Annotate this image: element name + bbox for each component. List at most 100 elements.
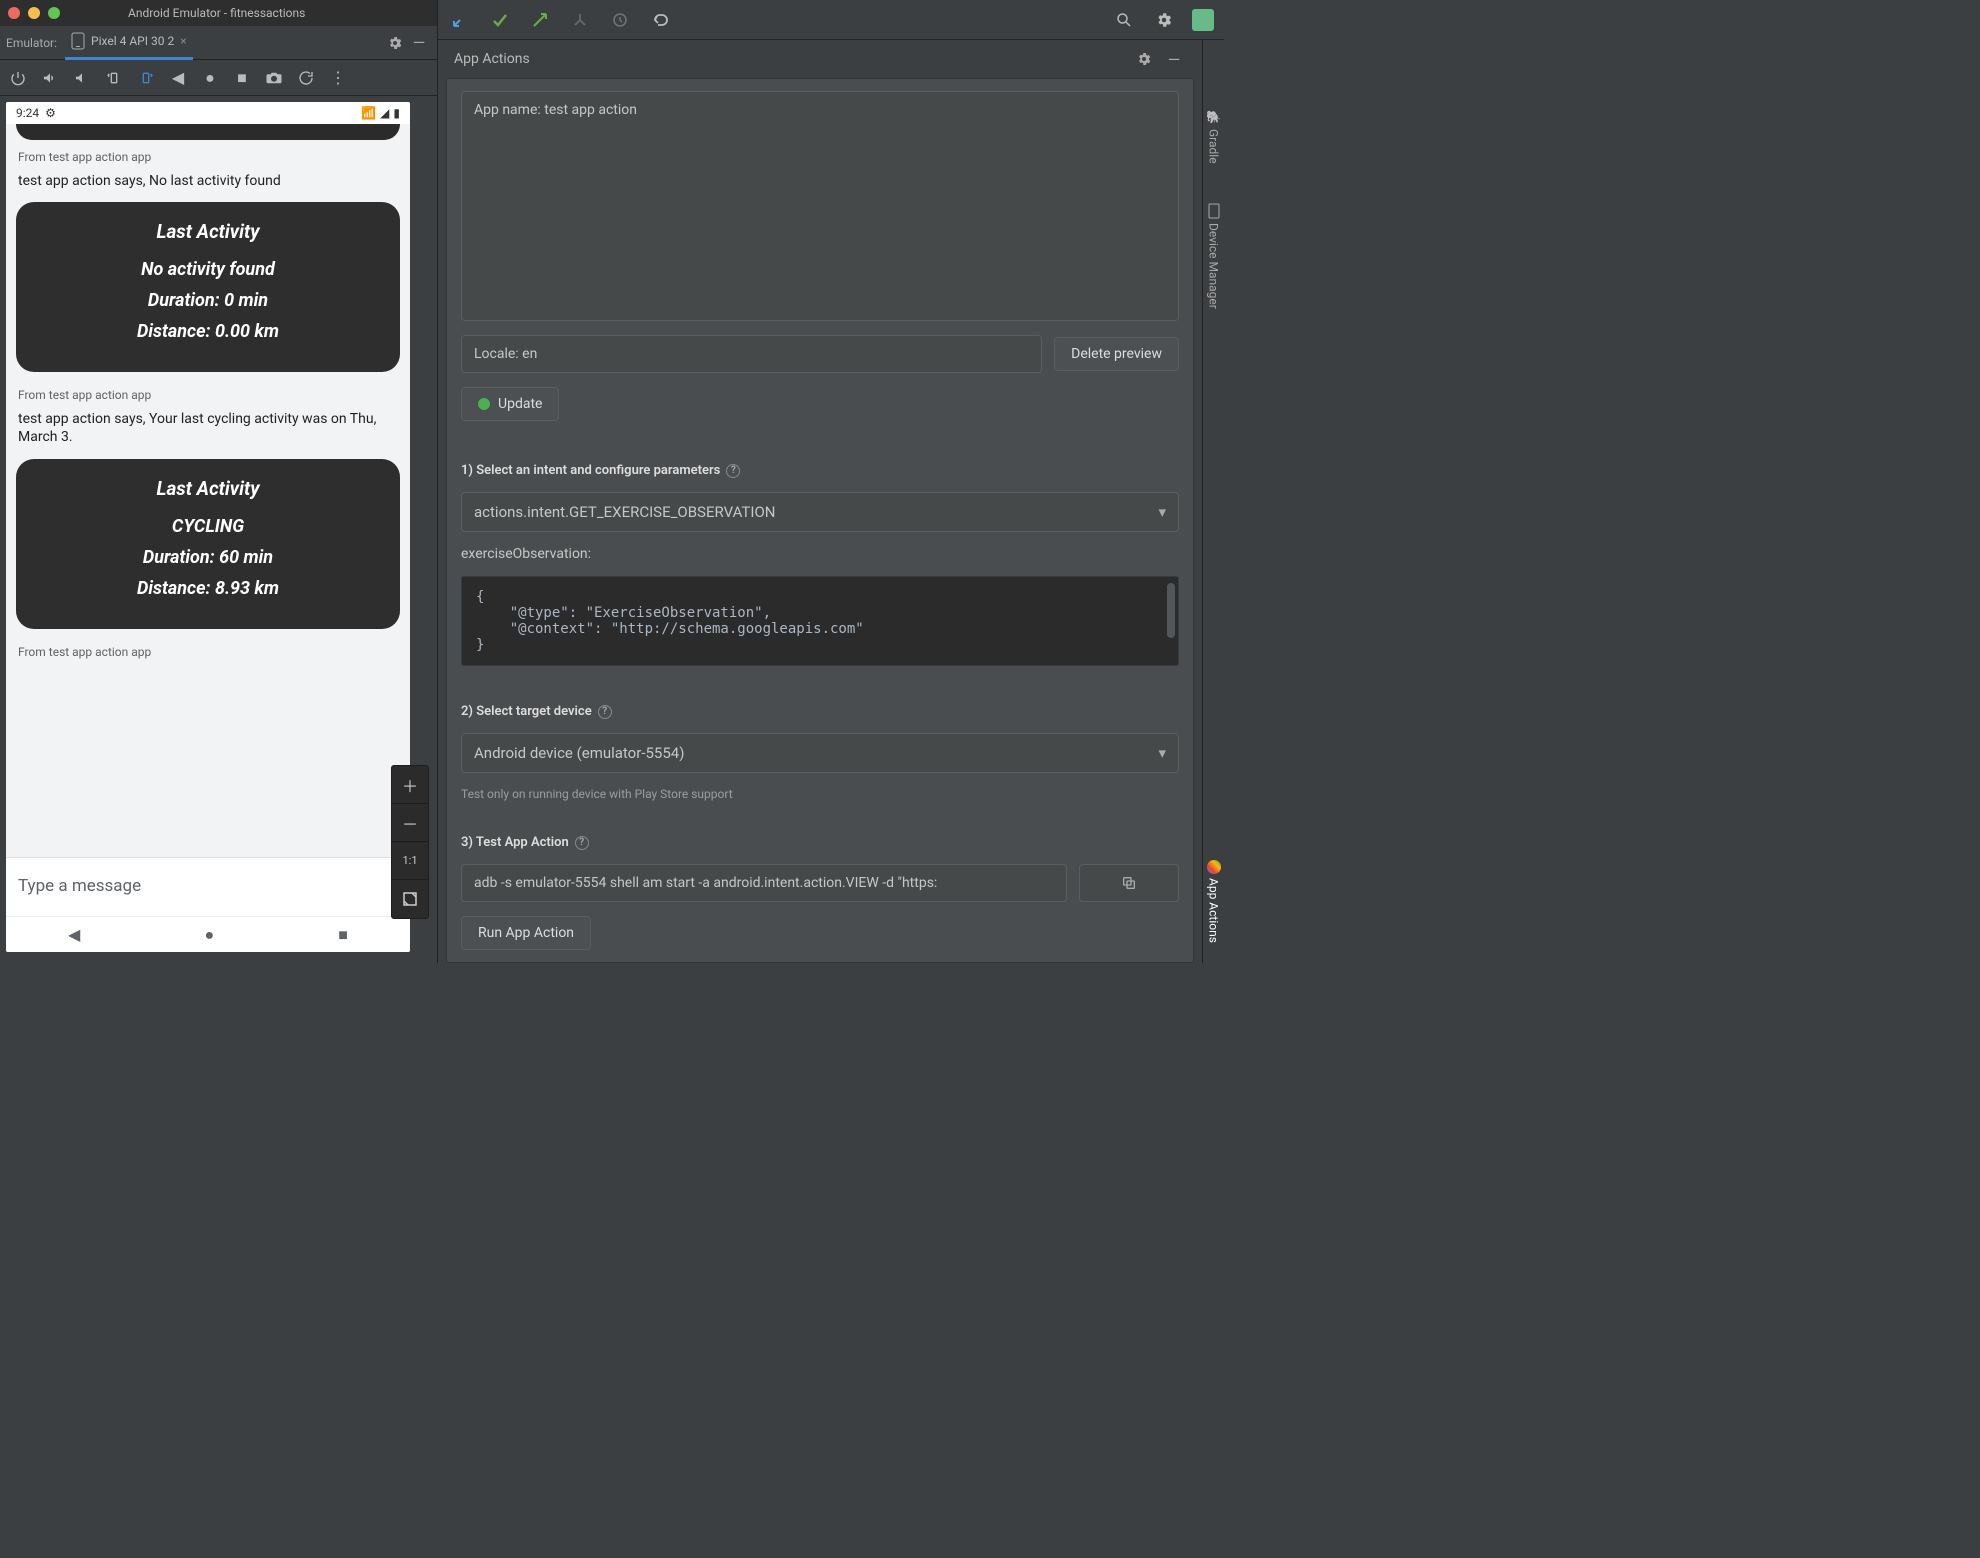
nav-back-icon[interactable]: ◀ xyxy=(68,925,80,944)
stop-icon[interactable]: ■ xyxy=(230,66,254,90)
emulator-tab-pixel4[interactable]: Pixel 4 API 30 2 × xyxy=(65,26,193,60)
more-icon[interactable]: ⋮ xyxy=(326,66,350,90)
delete-preview-button[interactable]: Delete preview xyxy=(1054,337,1179,371)
card1-line1: No activity found xyxy=(32,259,384,280)
zoom-1to1-button[interactable]: 1:1 xyxy=(392,842,428,880)
scrollbar-thumb[interactable] xyxy=(1167,583,1175,638)
activity-card-2: Last Activity CYCLING Duration: 60 min D… xyxy=(16,459,400,629)
message-input-area[interactable]: Type a message xyxy=(6,857,410,916)
statusbar-gear-icon: ⚙ xyxy=(45,106,56,120)
ide-settings-icon[interactable] xyxy=(1152,8,1176,32)
step3-label: 3) Test App Action ? xyxy=(461,835,1179,850)
emulator-window-title: Android Emulator - fitnessactions xyxy=(128,6,305,20)
card2-title: Last Activity xyxy=(32,477,384,500)
back-icon[interactable]: ◀ xyxy=(166,66,190,90)
step-into-icon[interactable] xyxy=(448,8,472,32)
search-icon[interactable] xyxy=(1112,8,1136,32)
zoom-in-button[interactable]: ＋ xyxy=(392,766,428,804)
card1-title: Last Activity xyxy=(32,220,384,243)
copy-command-button[interactable] xyxy=(1079,864,1179,902)
close-tab-icon[interactable]: × xyxy=(180,34,186,48)
locale-field[interactable]: Locale: en xyxy=(461,335,1042,373)
assistant-icon xyxy=(1207,860,1221,874)
card2-line3: Distance: 8.93 km xyxy=(32,578,384,599)
side-tab-device-manager[interactable]: Device Manager xyxy=(1207,203,1221,309)
nav-home-icon[interactable]: ● xyxy=(204,925,214,945)
intent-dropdown[interactable]: actions.intent.GET_EXERCISE_OBSERVATION … xyxy=(461,492,1179,532)
android-statusbar: 9:24 ⚙ 📶 ◢ ▮ xyxy=(6,102,410,124)
chevron-down-icon: ▾ xyxy=(1158,744,1166,762)
json-editor[interactable]: { "@type": "ExerciseObservation", "@cont… xyxy=(461,576,1179,666)
maximize-window-button[interactable] xyxy=(48,7,60,19)
camera-icon[interactable] xyxy=(262,66,286,90)
assistant-reply-1: test app action says, No last activity f… xyxy=(18,172,388,190)
android-navbar: ◀ ● ■ xyxy=(6,916,410,952)
undo-icon[interactable] xyxy=(648,8,672,32)
emulator-window: Android Emulator - fitnessactions Emulat… xyxy=(0,0,438,963)
side-tab-app-actions[interactable]: App Actions xyxy=(1207,860,1221,943)
volume-down-icon[interactable] xyxy=(70,66,94,90)
panel-title: App Actions xyxy=(454,51,530,67)
param-label: exerciseObservation: xyxy=(461,546,1179,562)
help-icon[interactable]: ? xyxy=(598,705,612,719)
emulator-toolbar: ◀ ● ■ ⋮ xyxy=(0,60,437,96)
zoom-out-button[interactable]: － xyxy=(392,804,428,842)
close-window-button[interactable] xyxy=(8,7,20,19)
from-label: From test app action app xyxy=(18,388,400,402)
statusbar-time: 9:24 xyxy=(16,106,39,120)
history-icon[interactable] xyxy=(608,8,632,32)
emulator-minimize-icon[interactable]: — xyxy=(407,31,431,55)
assistant-chat-area[interactable]: From test app action app test app action… xyxy=(6,124,410,857)
rotate-right-icon[interactable] xyxy=(134,66,158,90)
nav-recents-icon[interactable]: ■ xyxy=(338,925,348,945)
device-hint: Test only on running device with Play St… xyxy=(461,787,1179,801)
device-screen[interactable]: 9:24 ⚙ 📶 ◢ ▮ From test app action app te… xyxy=(6,102,410,952)
zoom-controls: ＋ － 1:1 xyxy=(391,765,429,919)
previous-card-peek xyxy=(16,124,400,140)
account-avatar[interactable] xyxy=(1192,9,1214,31)
activity-card-1: Last Activity No activity found Duration… xyxy=(16,202,400,372)
device-value: Android device (emulator-5554) xyxy=(474,744,684,762)
app-name-field[interactable]: App name: test app action xyxy=(461,91,1179,321)
step2-label: 2) Select target device ? xyxy=(461,704,1179,719)
run-app-action-button[interactable]: Run App Action xyxy=(461,916,591,950)
help-icon[interactable]: ? xyxy=(726,464,740,478)
snapshot-icon[interactable] xyxy=(294,66,318,90)
step1-label: 1) Select an intent and configure parame… xyxy=(461,463,1179,478)
app-actions-panel: App Actions — App name: test app action … xyxy=(438,40,1202,963)
assistant-reply-2: test app action says, Your last cycling … xyxy=(18,410,388,446)
help-icon[interactable]: ? xyxy=(575,836,589,850)
device-dropdown[interactable]: Android device (emulator-5554) ▾ xyxy=(461,733,1179,773)
apply-icon[interactable] xyxy=(488,8,512,32)
card1-line2: Duration: 0 min xyxy=(32,290,384,311)
rotate-left-icon[interactable] xyxy=(102,66,126,90)
volume-up-icon[interactable] xyxy=(38,66,62,90)
from-label: From test app action app xyxy=(18,645,400,659)
update-button[interactable]: Update xyxy=(461,387,559,421)
panel-content: App name: test app action Locale: en Del… xyxy=(446,78,1194,963)
minimize-window-button[interactable] xyxy=(28,7,40,19)
emulator-settings-icon[interactable] xyxy=(383,31,407,55)
emulator-viewport: 9:24 ⚙ 📶 ◢ ▮ From test app action app te… xyxy=(0,96,437,963)
card2-line1: CYCLING xyxy=(32,516,384,537)
emulator-tabbar-label: Emulator: xyxy=(6,36,57,50)
side-tab-gradle[interactable]: 🐘 Gradle xyxy=(1207,110,1221,163)
wifi-icon: 📶 xyxy=(361,106,376,120)
zoom-fit-button[interactable] xyxy=(392,880,428,918)
record-icon[interactable]: ● xyxy=(198,66,222,90)
copy-icon xyxy=(1121,875,1137,891)
from-label: From test app action app xyxy=(18,150,400,164)
message-input[interactable]: Type a message xyxy=(18,876,398,896)
power-icon[interactable] xyxy=(6,66,30,90)
signal-icon: ◢ xyxy=(380,106,389,120)
battery-icon: ▮ xyxy=(393,106,400,120)
panel-settings-icon[interactable] xyxy=(1132,47,1156,71)
intent-value: actions.intent.GET_EXERCISE_OBSERVATION xyxy=(474,503,775,521)
step-out-icon[interactable] xyxy=(528,8,552,32)
branch-icon[interactable] xyxy=(568,8,592,32)
card2-line2: Duration: 60 min xyxy=(32,547,384,568)
right-side-tabs: 🐘 Gradle Device Manager App Actions xyxy=(1202,40,1224,963)
panel-hide-icon[interactable]: — xyxy=(1162,47,1186,71)
adb-command-field[interactable]: adb -s emulator-5554 shell am start -a a… xyxy=(461,864,1067,902)
ide-tool-area: App Actions — App name: test app action … xyxy=(438,0,1224,963)
